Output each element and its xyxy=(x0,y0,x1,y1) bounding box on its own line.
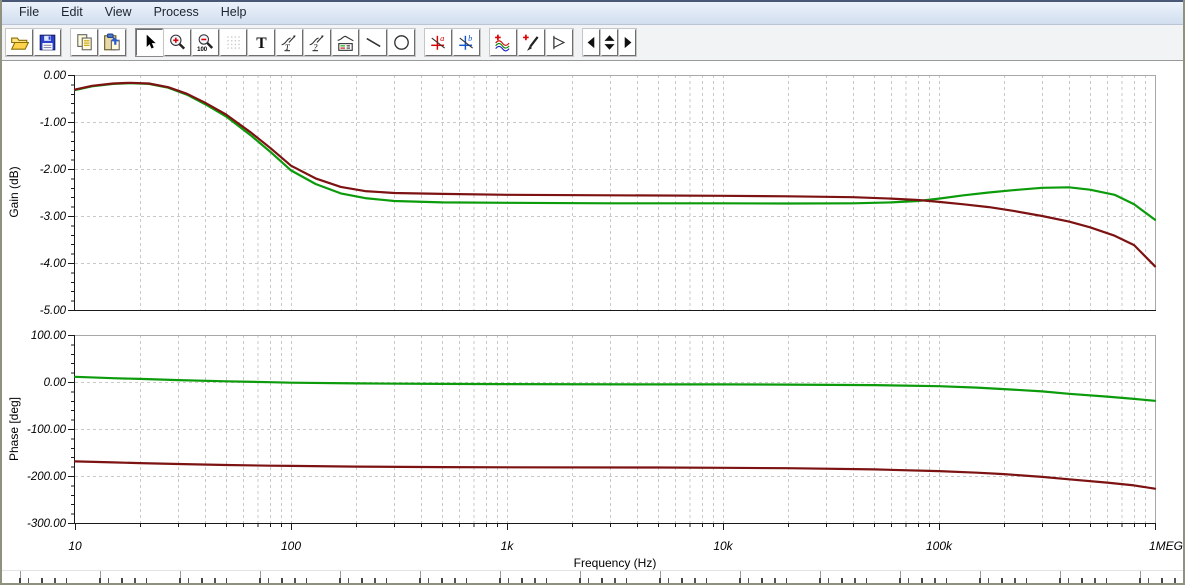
svg-text:-200.00: -200.00 xyxy=(27,471,67,483)
svg-text:10k: 10k xyxy=(713,539,733,553)
next-arrow-icon xyxy=(618,33,637,52)
zoom-100-button[interactable]: 100 xyxy=(191,28,220,57)
toolbar-separator xyxy=(481,30,490,56)
up-down-spinner-icon xyxy=(600,33,619,52)
svg-text:T: T xyxy=(256,35,267,52)
select-tool-button[interactable] xyxy=(135,28,164,57)
svg-text:100k: 100k xyxy=(926,539,953,553)
y-axis: 0.00 -1.00 -2.00 -3.00 -4.00 -5.00 xyxy=(40,70,75,317)
menu-item-view[interactable]: View xyxy=(94,2,143,22)
curve-label-tool-button[interactable]: T xyxy=(275,28,304,57)
line-tool-icon xyxy=(364,33,383,52)
cursor-a-icon: a xyxy=(429,33,448,52)
grid xyxy=(75,335,1155,523)
open-folder-icon xyxy=(10,33,29,52)
text-tool-button[interactable]: T xyxy=(247,28,276,57)
svg-text:1MEG: 1MEG xyxy=(1149,539,1183,553)
next-button[interactable] xyxy=(618,28,637,57)
legend-tool-icon xyxy=(336,33,355,52)
svg-text:100.00: 100.00 xyxy=(31,330,67,342)
svg-text:-100.00: -100.00 xyxy=(27,424,67,436)
probe-button[interactable] xyxy=(517,28,546,57)
svg-text:-3.00: -3.00 xyxy=(40,211,67,223)
phase-plot: 100.000.00-100.00-200.00-300.0010 100 1k 10… xyxy=(27,330,1183,553)
bode-plots: 0.00 -1.00 -2.00 -3.00 -4.00 -5.00 100.00 0.00 -… xyxy=(27,70,1183,553)
menu-bar: File Edit View Process Help xyxy=(0,0,1185,25)
svg-text:-4.00: -4.00 xyxy=(40,258,67,270)
save-icon xyxy=(38,33,57,52)
line-tool-button[interactable] xyxy=(359,28,388,57)
add-curves-icon xyxy=(494,33,513,52)
toolbar-separator xyxy=(416,30,425,56)
ellipse-tool-icon xyxy=(392,33,411,52)
curve-dark-red[interactable] xyxy=(73,460,1157,490)
svg-text:-300.00: -300.00 xyxy=(27,518,67,530)
grid-toggle-button[interactable] xyxy=(219,28,248,57)
spinner-control[interactable] xyxy=(600,28,619,57)
svg-text:100: 100 xyxy=(197,47,208,52)
svg-text:100: 100 xyxy=(281,539,301,553)
y-axis: 100.00 0.00 -100.00 -200.00 -300.00 xyxy=(27,330,75,530)
svg-text:-2.00: -2.00 xyxy=(40,164,67,176)
select-arrow-icon xyxy=(140,33,159,52)
zoom-in-icon xyxy=(168,33,187,52)
svg-text:-1.00: -1.00 xyxy=(40,117,67,129)
save-button[interactable] xyxy=(33,28,62,57)
open-button[interactable] xyxy=(5,28,34,57)
curve-green[interactable] xyxy=(73,375,1157,402)
window-border-left xyxy=(0,0,2,585)
cursor-b-button[interactable]: b xyxy=(452,28,481,57)
toolbar-separator xyxy=(62,30,71,56)
phase-axis-title: Phase [deg] xyxy=(7,396,21,462)
cursor-b-icon: b xyxy=(457,33,476,52)
cursor-a-button[interactable]: a xyxy=(424,28,453,57)
menu-item-help[interactable]: Help xyxy=(210,2,258,22)
svg-text:0.00: 0.00 xyxy=(44,377,67,389)
ellipse-tool-button[interactable] xyxy=(387,28,416,57)
curve-label-tool-icon: T xyxy=(280,33,299,52)
copy-button[interactable] xyxy=(70,28,99,57)
svg-text:-5.00: -5.00 xyxy=(40,305,67,317)
toolbar-separator xyxy=(127,30,136,56)
grid-icon xyxy=(224,33,243,52)
toolbar: 100 T T? a b xyxy=(0,25,1185,61)
svg-text:1k: 1k xyxy=(501,539,515,553)
menu-item-process[interactable]: Process xyxy=(143,2,210,22)
curve-query-tool-button[interactable]: ? xyxy=(303,28,332,57)
gain-axis-title: Gain (dB) xyxy=(7,166,21,218)
prev-arrow-icon xyxy=(582,33,601,52)
add-curves-button[interactable] xyxy=(489,28,518,57)
curve-green[interactable] xyxy=(73,82,1157,221)
svg-text:10: 10 xyxy=(68,539,82,553)
svg-text:a: a xyxy=(440,34,444,43)
zoom-out-100-icon: 100 xyxy=(196,33,215,52)
zoom-in-button[interactable] xyxy=(163,28,192,57)
x-axis: 10 100 1k 10k 100k 1MEG xyxy=(68,524,1183,553)
curve-query-tool-icon: ? xyxy=(308,33,327,52)
clipped-bottom-text-row xyxy=(2,570,1183,583)
text-tool-icon: T xyxy=(252,33,271,52)
frequency-axis-title: Frequency (Hz) xyxy=(573,556,657,570)
paste-icon xyxy=(103,33,122,52)
plot-window: File Edit View Process Help 100 T T? a b 0.0… xyxy=(0,0,1185,585)
menu-item-edit[interactable]: Edit xyxy=(50,2,94,22)
prev-button[interactable] xyxy=(582,28,601,57)
flag-button[interactable] xyxy=(545,28,574,57)
copy-icon xyxy=(75,33,94,52)
svg-text:0.00: 0.00 xyxy=(44,70,67,82)
curve-dark-red[interactable] xyxy=(73,81,1157,268)
svg-text:b: b xyxy=(468,34,472,43)
probe-icon xyxy=(522,33,541,52)
legend-tool-button[interactable] xyxy=(331,28,360,57)
menu-item-file[interactable]: File xyxy=(8,2,50,22)
gain-plot: 0.00 -1.00 -2.00 -3.00 -4.00 -5.00 xyxy=(40,70,1157,317)
window-border-top xyxy=(0,0,1185,2)
paste-button[interactable] xyxy=(98,28,127,57)
flag-icon xyxy=(550,33,569,52)
